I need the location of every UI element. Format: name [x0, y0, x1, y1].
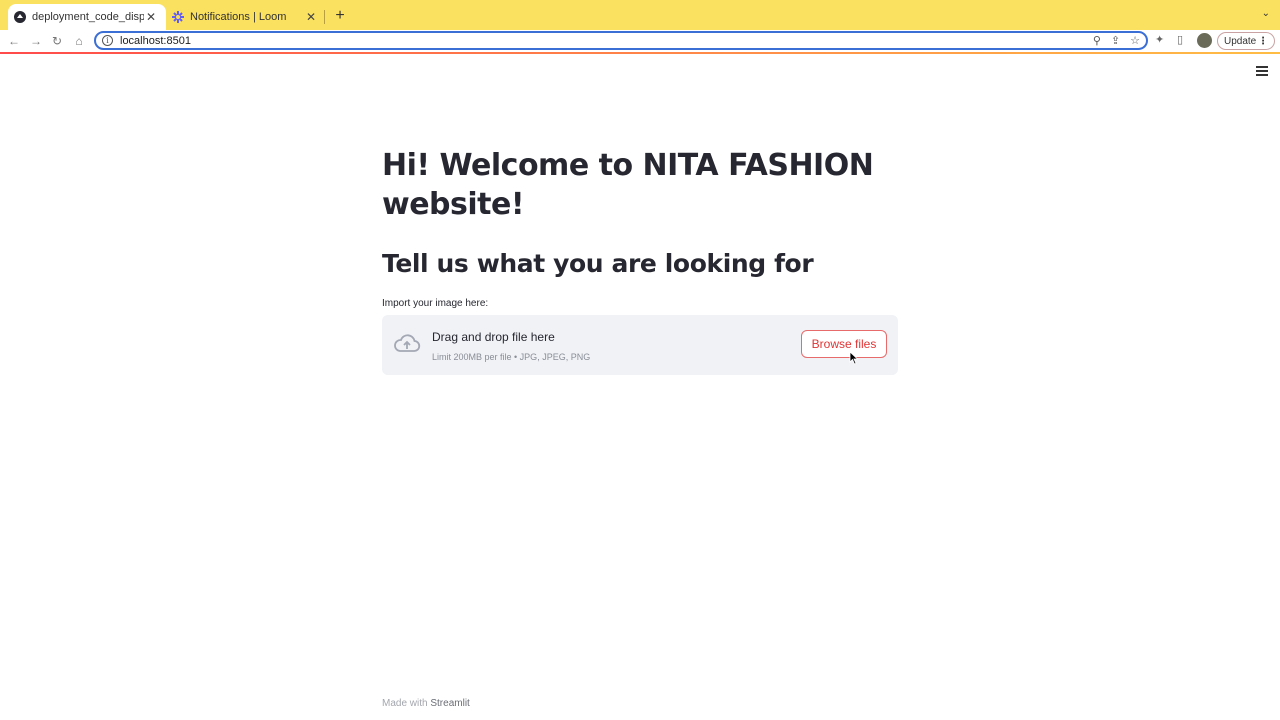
- tab-notifications-loom[interactable]: Notifications | Loom ✕: [166, 4, 326, 30]
- tab-separator: [324, 10, 325, 24]
- address-bar[interactable]: i localhost:8501 ⚲ ⇪ ☆: [94, 31, 1148, 50]
- extensions-puzzle-icon[interactable]: ✦: [1155, 33, 1164, 46]
- forward-arrow-icon[interactable]: →: [28, 33, 44, 49]
- main-content: Hi! Welcome to NITA FASHION website! Tel…: [382, 146, 898, 375]
- reload-icon[interactable]: ↻: [49, 33, 65, 49]
- side-panel-icon[interactable]: ▯: [1177, 33, 1183, 46]
- footer-prefix: Made with: [382, 698, 428, 709]
- zoom-icon[interactable]: ⚲: [1093, 34, 1101, 47]
- update-button[interactable]: Update ⋮: [1217, 32, 1275, 50]
- browse-files-button[interactable]: Browse files: [801, 330, 887, 358]
- streamlit-link[interactable]: Streamlit: [430, 698, 469, 709]
- file-limit-text: Limit 200MB per file • JPG, JPEG, PNG: [432, 352, 591, 362]
- more-vertical-icon: ⋮: [1258, 35, 1268, 47]
- streamlit-icon: [14, 11, 26, 23]
- file-dropzone[interactable]: Drag and drop file here Limit 200MB per …: [382, 315, 898, 375]
- loom-icon: [172, 11, 184, 23]
- footer: Made with Streamlit: [382, 698, 470, 709]
- tab-title: Notifications | Loom: [190, 11, 287, 23]
- browser-toolbar: ← → ↻ ⌂ i localhost:8501 ⚲ ⇪ ☆ ✦ ▯: [0, 30, 1280, 52]
- uploader-label: Import your image here:: [382, 298, 489, 309]
- page-subtitle: Tell us what you are looking for: [382, 249, 814, 278]
- drag-drop-text: Drag and drop file here: [432, 330, 555, 344]
- share-icon[interactable]: ⇪: [1111, 34, 1120, 47]
- close-tab-icon[interactable]: ✕: [144, 10, 158, 24]
- site-info-icon[interactable]: i: [102, 35, 113, 46]
- tab-deployment-code-display[interactable]: deployment_code_display · Streamlit ✕: [8, 4, 166, 30]
- new-tab-button[interactable]: +: [332, 6, 348, 26]
- browser-tab-bar: deployment_code_display · Streamlit ✕ No…: [0, 0, 1280, 30]
- page-title: Hi! Welcome to NITA FASHION website!: [382, 148, 874, 222]
- bookmark-star-icon[interactable]: ☆: [1130, 34, 1140, 47]
- tab-title: deployment_code_display · Streamlit: [32, 11, 144, 23]
- mouse-cursor-icon: [849, 351, 859, 365]
- main-menu-icon[interactable]: [1256, 66, 1268, 76]
- home-icon[interactable]: ⌂: [71, 33, 87, 49]
- streamlit-decoration-bar: [0, 52, 1280, 54]
- tab-search-chevron-icon[interactable]: ⌄: [1262, 8, 1270, 19]
- back-arrow-icon[interactable]: ←: [6, 33, 22, 49]
- update-label: Update: [1224, 35, 1257, 47]
- cloud-upload-icon: [394, 334, 421, 352]
- profile-avatar[interactable]: [1197, 33, 1212, 48]
- url-text: localhost:8501: [120, 34, 191, 47]
- close-tab-icon[interactable]: ✕: [304, 10, 318, 24]
